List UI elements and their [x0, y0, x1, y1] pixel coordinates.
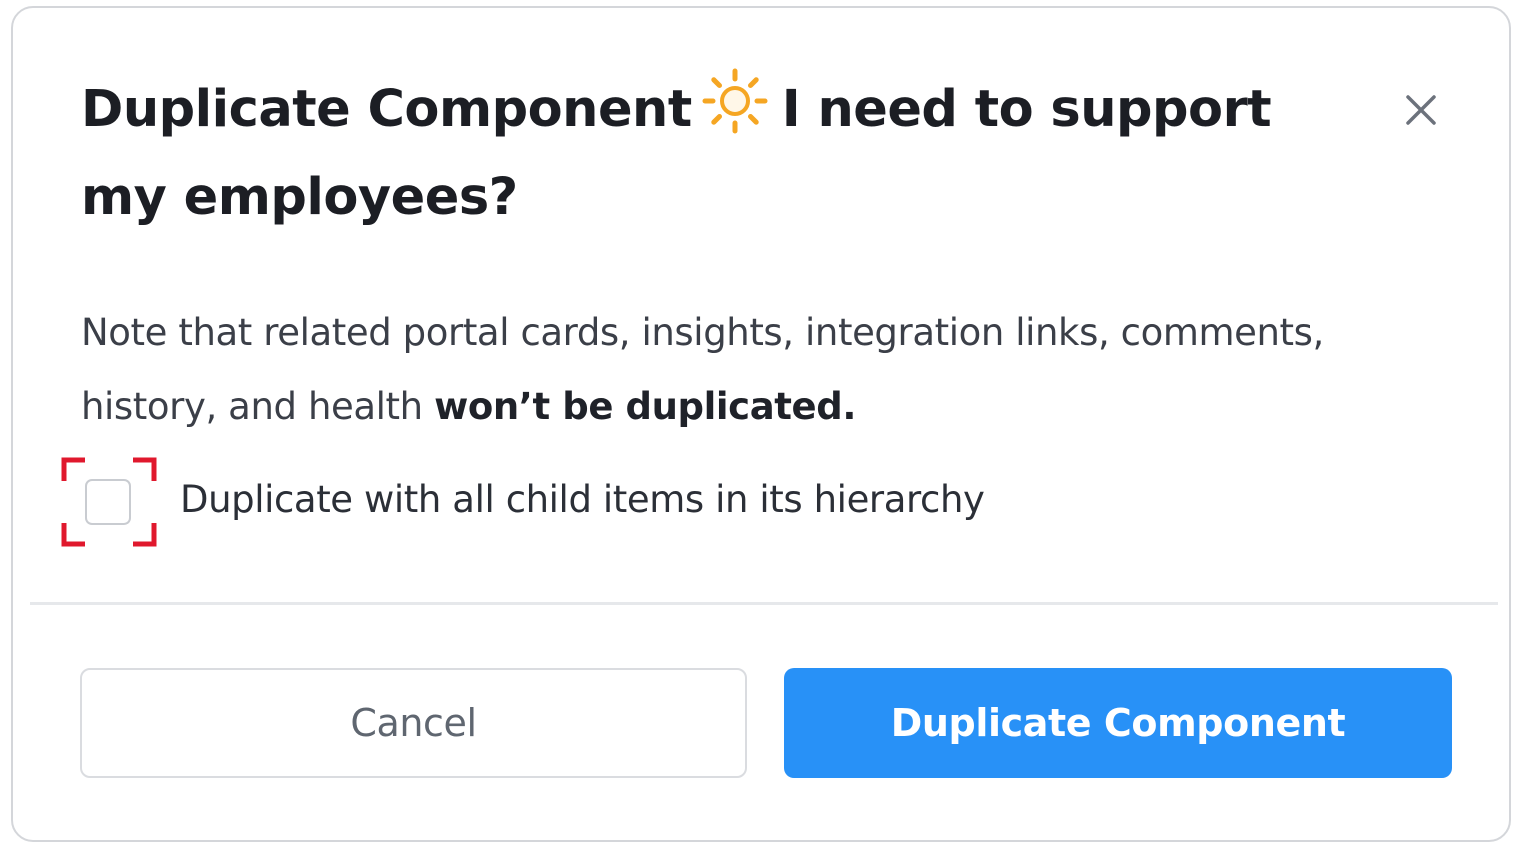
close-button[interactable]: [1401, 90, 1441, 130]
dialog-note: Note that related portal cards, insights…: [81, 296, 1461, 444]
duplicate-children-checkbox[interactable]: [85, 479, 131, 525]
sun-icon: [702, 68, 768, 134]
dialog-header: Duplicate Component I need to support my…: [81, 66, 1341, 242]
dialog-title-part1: Duplicate Component: [81, 80, 692, 139]
dialog-note-bold: won’t be duplicated.: [434, 385, 856, 428]
duplicate-component-dialog: Duplicate Component I need to support my…: [11, 6, 1511, 842]
footer-divider: [30, 602, 1498, 605]
dialog-title: Duplicate Component I need to support my…: [81, 66, 1341, 242]
cancel-button[interactable]: Cancel: [80, 668, 747, 778]
duplicate-component-button[interactable]: Duplicate Component: [784, 668, 1452, 778]
close-icon: [1406, 95, 1436, 125]
duplicate-children-label[interactable]: Duplicate with all child items in its hi…: [180, 470, 985, 530]
